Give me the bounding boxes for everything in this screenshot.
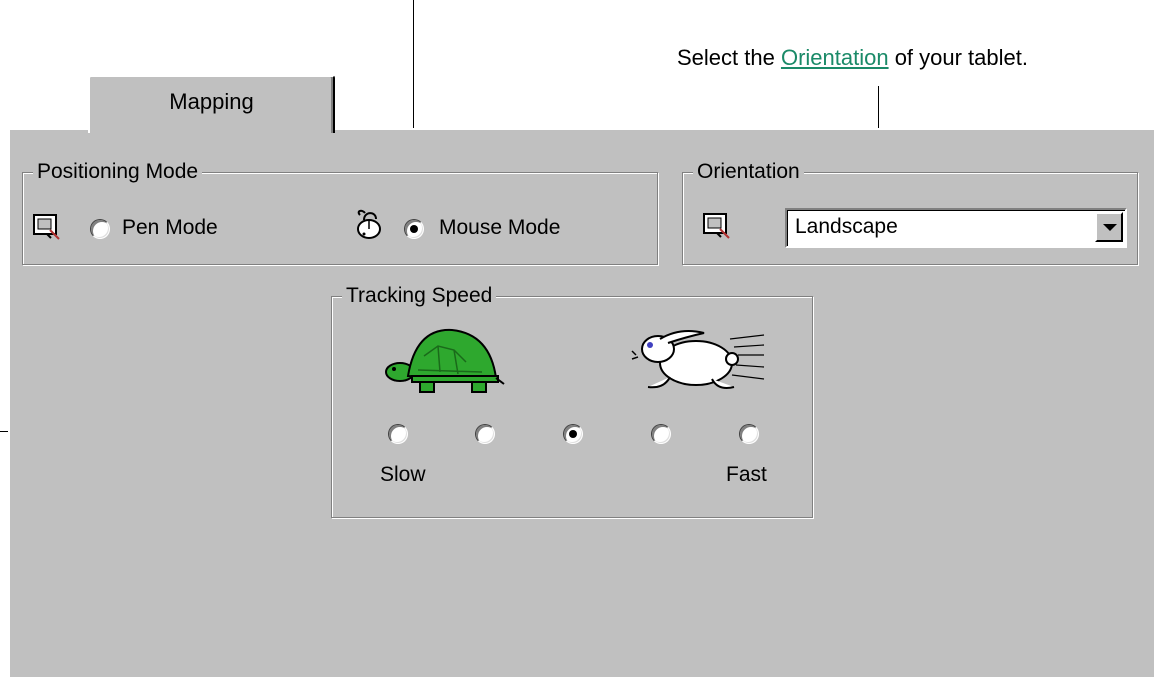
orientation-annotation: Select the Orientation of your tablet. (677, 45, 1028, 70)
tracking-speed-radio-1[interactable] (388, 424, 408, 444)
tracking-speed-radio-2[interactable] (475, 424, 495, 444)
chevron-down-icon (1103, 224, 1117, 231)
orientation-select-value: Landscape (795, 215, 898, 238)
pen-mode-label: Pen Mode (122, 216, 218, 239)
tracking-speed-legend: Tracking Speed (342, 283, 497, 309)
positioning-mode-group: Positioning Mode (22, 159, 658, 265)
slow-label: Slow (380, 463, 426, 486)
pen-mode-radio[interactable] (90, 219, 110, 239)
mouse-mode-radio[interactable] (404, 219, 424, 239)
tracking-speed-radio-3[interactable] (563, 424, 583, 444)
mouse-mode-label: Mouse Mode (439, 216, 561, 239)
tracking-speed-radio-5[interactable] (739, 424, 759, 444)
orientation-help-link[interactable]: Orientation (781, 45, 889, 70)
orientation-select[interactable]: Landscape (785, 208, 1127, 248)
tab-mapping[interactable]: Mapping (88, 75, 335, 133)
dropdown-button[interactable] (1095, 212, 1123, 242)
turtle-icon (385, 328, 505, 393)
fast-label: Fast (726, 463, 767, 486)
tablet-icon (703, 213, 730, 239)
tracking-speed-radio-4[interactable] (651, 424, 671, 444)
orientation-legend: Orientation (693, 159, 804, 185)
positioning-mode-legend: Positioning Mode (33, 159, 203, 185)
rabbit-icon (631, 330, 765, 389)
tablet-icon (33, 214, 60, 240)
mouse-icon (357, 209, 381, 239)
